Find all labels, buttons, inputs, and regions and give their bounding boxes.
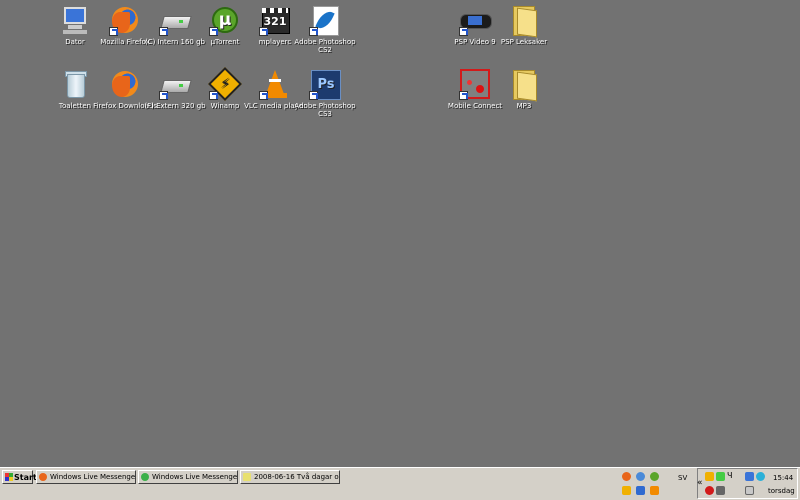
taskbar-button-notepad[interactable]: 2008-06-16 Två dagar o...	[240, 470, 340, 484]
icon-label: MP3	[516, 102, 532, 110]
mobile-connect-icon	[459, 68, 491, 100]
task-label: 2008-06-16 Två dagar o...	[254, 473, 340, 481]
recycle-bin-icon	[59, 68, 91, 100]
winamp-icon: ⚡	[208, 67, 242, 101]
network-connection-icon[interactable]	[756, 472, 765, 481]
device-tray-icon[interactable]	[716, 486, 725, 495]
icon-label: Adobe Photoshop CS2	[294, 38, 356, 54]
clock-time[interactable]: 15:44	[773, 474, 793, 482]
ps-badge[interactable]: Ч	[727, 471, 732, 480]
taskbar-button-messenger-firefox[interactable]: Windows Live Messenger...	[36, 470, 136, 484]
vlc-cone-icon	[259, 68, 291, 100]
messenger-icon	[141, 473, 149, 481]
desktop-icon-photoshop-cs2[interactable]: Adobe Photoshop CS2	[290, 4, 360, 54]
hard-drive-icon	[159, 68, 192, 100]
icon-label: PSP Leksaker	[500, 38, 548, 46]
utorrent-tray-icon[interactable]	[650, 472, 659, 481]
media-player-classic-icon: 321	[259, 4, 291, 36]
computer-icon	[59, 4, 91, 36]
firefox-icon	[39, 473, 47, 481]
hard-drive-icon	[159, 4, 192, 36]
taskbar: Start Windows Live Messenger... Windows …	[0, 467, 800, 500]
folder-icon	[508, 68, 540, 102]
show-hidden-icons-chevron[interactable]: «	[697, 478, 703, 488]
firefox-icon	[109, 68, 141, 100]
security-tray-icon[interactable]	[705, 486, 714, 495]
taskbar-button-messenger[interactable]: Windows Live Messenger	[138, 470, 238, 484]
display-tray-icon[interactable]	[745, 472, 754, 481]
messenger-tray-icon[interactable]	[636, 472, 645, 481]
clock-day: torsdag	[768, 487, 795, 495]
firefox-icon	[109, 4, 141, 36]
photoshop-cs3-icon: Ps	[309, 68, 341, 100]
task-label: Windows Live Messenger	[152, 473, 238, 481]
desktop-icon-mp3[interactable]: MP3	[489, 68, 559, 110]
desktop-icon-psp-leksaker[interactable]: PSP Leksaker	[489, 4, 559, 46]
icon-label: Adobe Photoshop CS3	[294, 102, 356, 118]
task-label: Windows Live Messenger...	[50, 473, 136, 481]
language-indicator[interactable]: SV	[678, 474, 687, 482]
utorrent-icon: µ	[209, 4, 241, 36]
network-tray-icon[interactable]	[636, 486, 645, 495]
start-button[interactable]: Start	[2, 470, 37, 484]
firefox-tray-icon[interactable]	[622, 472, 631, 481]
folder-icon	[508, 4, 540, 38]
vlc-tray-icon[interactable]	[650, 486, 659, 495]
psp-icon	[459, 4, 492, 36]
start-label: Start	[14, 473, 37, 482]
windows-logo-icon	[5, 473, 13, 481]
winamp-agent-tray-icon[interactable]	[705, 472, 714, 481]
notepad-icon	[243, 473, 251, 481]
photoshop-cs2-icon	[309, 4, 341, 36]
green-status-tray-icon[interactable]	[716, 472, 725, 481]
desktop-icon-photoshop-cs3[interactable]: Ps Adobe Photoshop CS3	[290, 68, 360, 118]
winamp-tray-icon[interactable]	[622, 486, 631, 495]
desktop: Dator Mozilla Firefox (C) Intern 160 gb …	[0, 0, 800, 467]
volume-icon[interactable]	[745, 486, 754, 495]
